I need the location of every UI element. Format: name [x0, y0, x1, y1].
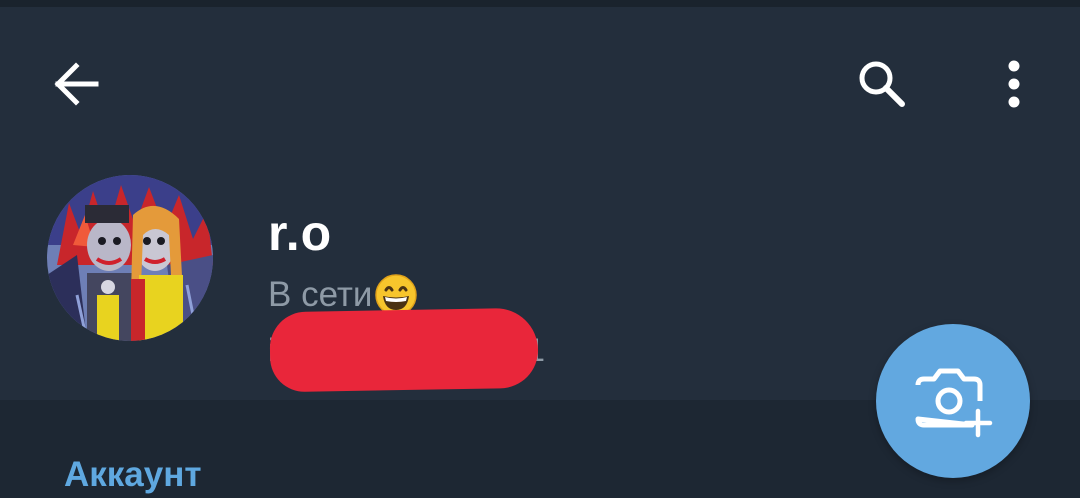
avatar-image: [47, 175, 213, 341]
search-button[interactable]: [842, 44, 922, 124]
set-photo-button[interactable]: [876, 324, 1030, 478]
more-vertical-icon: [1008, 60, 1020, 108]
profile-name: r.o: [268, 205, 333, 261]
section-title-account: Аккаунт: [64, 455, 202, 494]
back-button[interactable]: [38, 46, 114, 122]
more-options-button[interactable]: [980, 44, 1048, 124]
add-photo-camera-icon: [915, 368, 993, 438]
avatar[interactable]: [47, 175, 213, 341]
search-icon: [859, 61, 905, 107]
status-bar-strip: [0, 0, 1080, 7]
arrow-left-icon: [54, 62, 99, 106]
username-redaction-mark: [269, 307, 539, 393]
